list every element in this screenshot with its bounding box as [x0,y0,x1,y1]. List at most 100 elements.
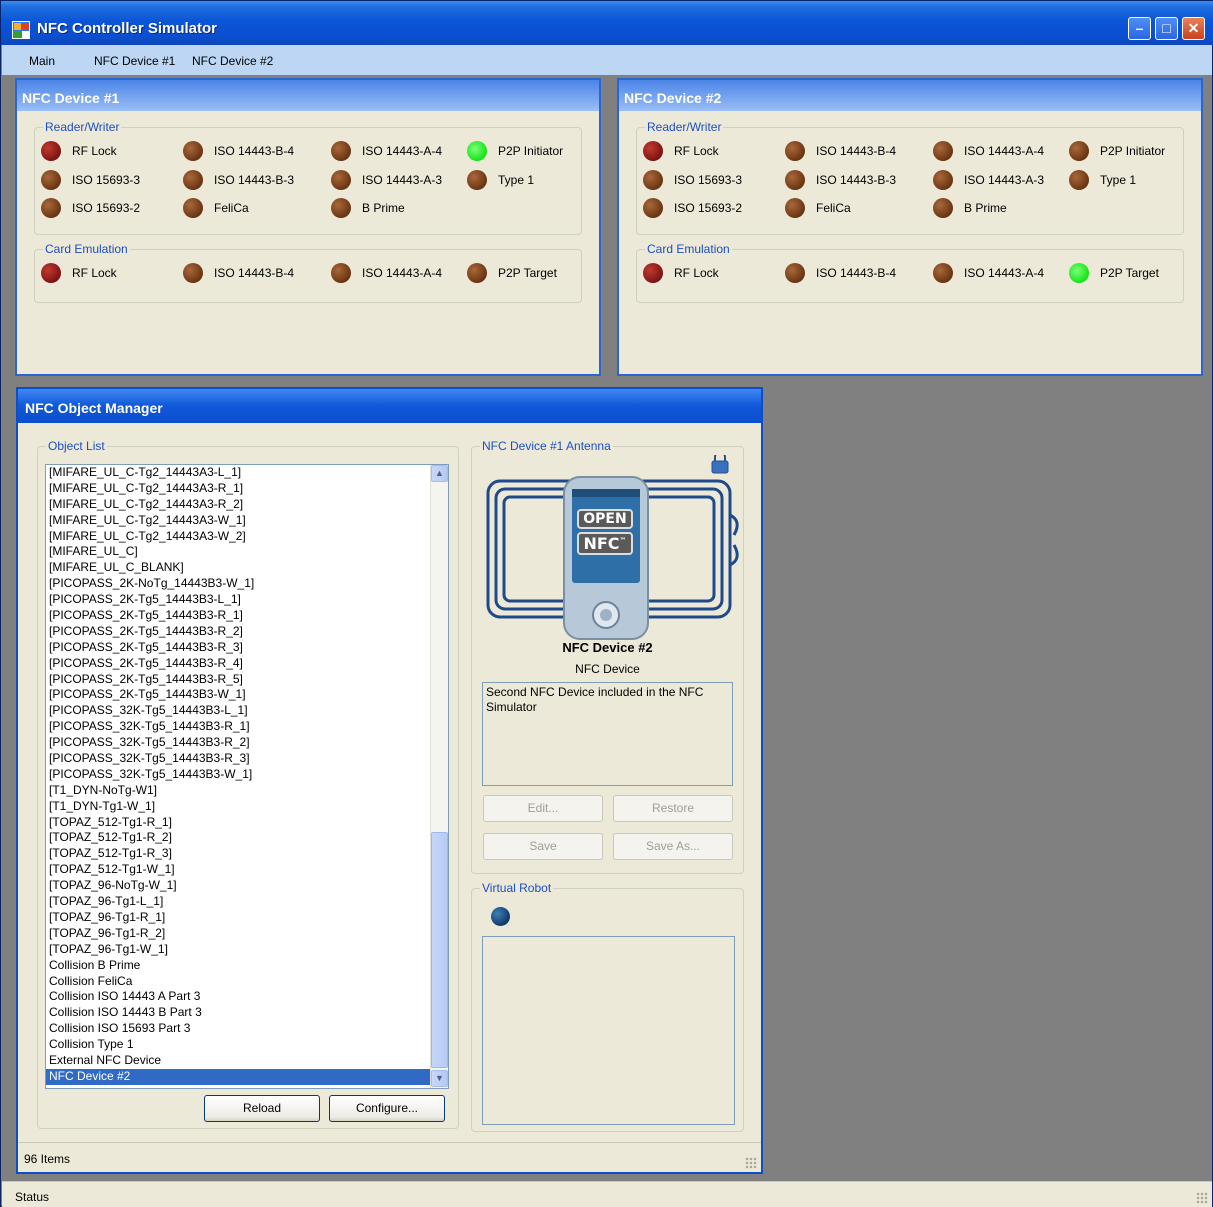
led-indicator-icon [467,141,487,161]
object-list-label: Object List [46,439,107,453]
list-item[interactable]: [PICOPASS_2K-Tg5_14443B3-L_1] [46,592,448,608]
device-type-label: NFC Device [575,662,640,676]
list-item[interactable]: [TOPAZ_96-Tg1-R_2] [46,926,448,942]
list-item[interactable]: [PICOPASS_32K-Tg5_14443B3-R_2] [46,735,448,751]
menu-nfc-device-2[interactable]: NFC Device #2 [192,54,273,68]
list-item[interactable]: [PICOPASS_2K-Tg5_14443B3-R_3] [46,640,448,656]
list-item[interactable]: [PICOPASS_2K-Tg5_14443B3-R_5] [46,672,448,688]
list-item[interactable]: External NFC Device [46,1053,448,1069]
restore-button[interactable]: Restore [613,795,733,822]
edit-button[interactable]: Edit... [483,795,603,822]
led-indicator-icon [183,198,203,218]
list-item[interactable]: [MIFARE_UL_C-Tg2_14443A3-W_1] [46,513,448,529]
led-label: RF Lock [72,144,117,158]
list-item[interactable]: Collision ISO 14443 B Part 3 [46,1005,448,1021]
list-item[interactable]: [PICOPASS_2K-NoTg_14443B3-W_1] [46,576,448,592]
list-item[interactable]: NFC Device #2 [46,1068,430,1085]
led-indicator-icon [643,198,663,218]
led-label: FeliCa [816,201,851,215]
led-indicator-icon [183,141,203,161]
led-label: ISO 15693-3 [72,173,141,187]
led-label: B Prime [964,201,1007,215]
list-item[interactable]: [TOPAZ_96-Tg1-R_1] [46,910,448,926]
resize-grip-icon[interactable] [1196,1192,1208,1204]
list-item[interactable]: [PICOPASS_2K-Tg5_14443B3-R_1] [46,608,448,624]
menu-nfc-device-1[interactable]: NFC Device #1 [94,54,175,68]
led-label: RF Lock [674,266,719,280]
list-item[interactable]: [TOPAZ_512-Tg1-W_1] [46,862,448,878]
list-item[interactable]: [T1_DYN-NoTg-W1] [46,783,448,799]
led-indicator-icon [785,198,805,218]
lock-icon [711,455,729,474]
scroll-thumb[interactable] [431,832,448,1068]
list-item[interactable]: [TOPAZ_512-Tg1-R_1] [46,815,448,831]
reader-writer-group: Reader/Writer RF Lock ISO 14443-B-4 ISO 14… [34,120,582,235]
led-label: ISO 15693-2 [72,201,141,215]
list-item[interactable]: [MIFARE_UL_C-Tg2_14443A3-W_2] [46,529,448,545]
list-item[interactable]: [MIFARE_UL_C_BLANK] [46,560,448,576]
led-indicator-icon [785,170,805,190]
list-item[interactable]: [TOPAZ_96-NoTg-W_1] [46,878,448,894]
led-indicator-icon [41,198,61,218]
virtual-robot-label: Virtual Robot [480,881,554,895]
led-label: ISO 14443-B-4 [816,266,897,280]
list-item[interactable]: [PICOPASS_2K-Tg5_14443B3-W_1] [46,687,448,703]
list-item[interactable]: Collision ISO 15693 Part 3 [46,1021,448,1037]
led-indicator-icon [643,263,663,283]
reader-writer-label: Reader/Writer [43,120,122,134]
resize-grip-icon[interactable] [745,1157,757,1169]
led-label: ISO 14443-B-3 [816,173,897,187]
list-item[interactable]: [PICOPASS_32K-Tg5_14443B3-R_1] [46,719,448,735]
robot-status-icon [491,907,510,926]
open-nfc-logo: OPEN NFC™ [575,509,635,563]
list-scrollbar[interactable]: ▲ ▼ [430,465,448,1088]
card-emulation-group: Card Emulation RF Lock ISO 14443-B-4 ISO 1… [34,242,582,303]
window-title: NFC Controller Simulator [37,20,218,37]
list-item[interactable]: [TOPAZ_96-Tg1-L_1] [46,894,448,910]
led-label: ISO 14443-A-3 [362,173,443,187]
led-indicator-icon [467,263,487,283]
card-emulation-group: Card Emulation RF Lock ISO 14443-B-4 ISO 1… [636,242,1184,303]
close-button[interactable]: ✕ [1182,17,1205,40]
list-item[interactable]: [PICOPASS_2K-Tg5_14443B3-R_2] [46,624,448,640]
list-item[interactable]: [MIFARE_UL_C-Tg2_14443A3-L_1] [46,465,448,481]
list-item[interactable]: Collision Type 1 [46,1037,448,1053]
list-item[interactable]: [PICOPASS_2K-Tg5_14443B3-R_4] [46,656,448,672]
list-item[interactable]: [MIFARE_UL_C-Tg2_14443A3-R_2] [46,497,448,513]
object-list[interactable]: [MIFARE_UL_C-Tg2_14443A3-L_1] [MIFARE_UL_… [45,464,449,1089]
led-indicator-icon [933,170,953,190]
save-as-button[interactable]: Save As... [613,833,733,860]
list-item[interactable]: [MIFARE_UL_C] [46,544,448,560]
led-indicator-icon [331,263,351,283]
title-bar[interactable]: NFC Controller Simulator – □ ✕ [1,1,1213,45]
led-indicator-icon [41,263,61,283]
device-description-field[interactable]: Second NFC Device included in the NFC Si… [482,682,733,786]
list-item[interactable]: [PICOPASS_32K-Tg5_14443B3-R_3] [46,751,448,767]
configure-button[interactable]: Configure... [329,1095,445,1122]
list-item[interactable]: [TOPAZ_96-Tg1-W_1] [46,942,448,958]
led-label: ISO 14443-B-4 [816,144,897,158]
minimize-button[interactable]: – [1128,17,1151,40]
scroll-up-icon[interactable]: ▲ [431,465,448,482]
scroll-down-icon[interactable]: ▼ [431,1070,448,1087]
list-item[interactable]: [MIFARE_UL_C-Tg2_14443A3-R_1] [46,481,448,497]
list-item[interactable]: Collision B Prime [46,958,448,974]
list-item[interactable]: Collision FeliCa [46,974,448,990]
app-icon [12,21,30,39]
list-item[interactable]: [TOPAZ_512-Tg1-R_2] [46,830,448,846]
maximize-button[interactable]: □ [1155,17,1178,40]
list-item[interactable]: [T1_DYN-Tg1-W_1] [46,799,448,815]
led-indicator-icon [933,263,953,283]
list-item[interactable]: [PICOPASS_32K-Tg5_14443B3-L_1] [46,703,448,719]
led-label: FeliCa [214,201,249,215]
menu-main[interactable]: Main [29,54,55,68]
led-indicator-icon [331,170,351,190]
object-manager-title[interactable]: NFC Object Manager [18,389,761,423]
robot-output-field[interactable] [482,936,735,1125]
list-item[interactable]: [TOPAZ_512-Tg1-R_3] [46,846,448,862]
save-button[interactable]: Save [483,833,603,860]
list-item[interactable]: [PICOPASS_32K-Tg5_14443B3-W_1] [46,767,448,783]
reload-button[interactable]: Reload [204,1095,320,1122]
list-item[interactable]: Collision ISO 14443 A Part 3 [46,989,448,1005]
device-name-label: NFC Device #2 [562,640,653,655]
